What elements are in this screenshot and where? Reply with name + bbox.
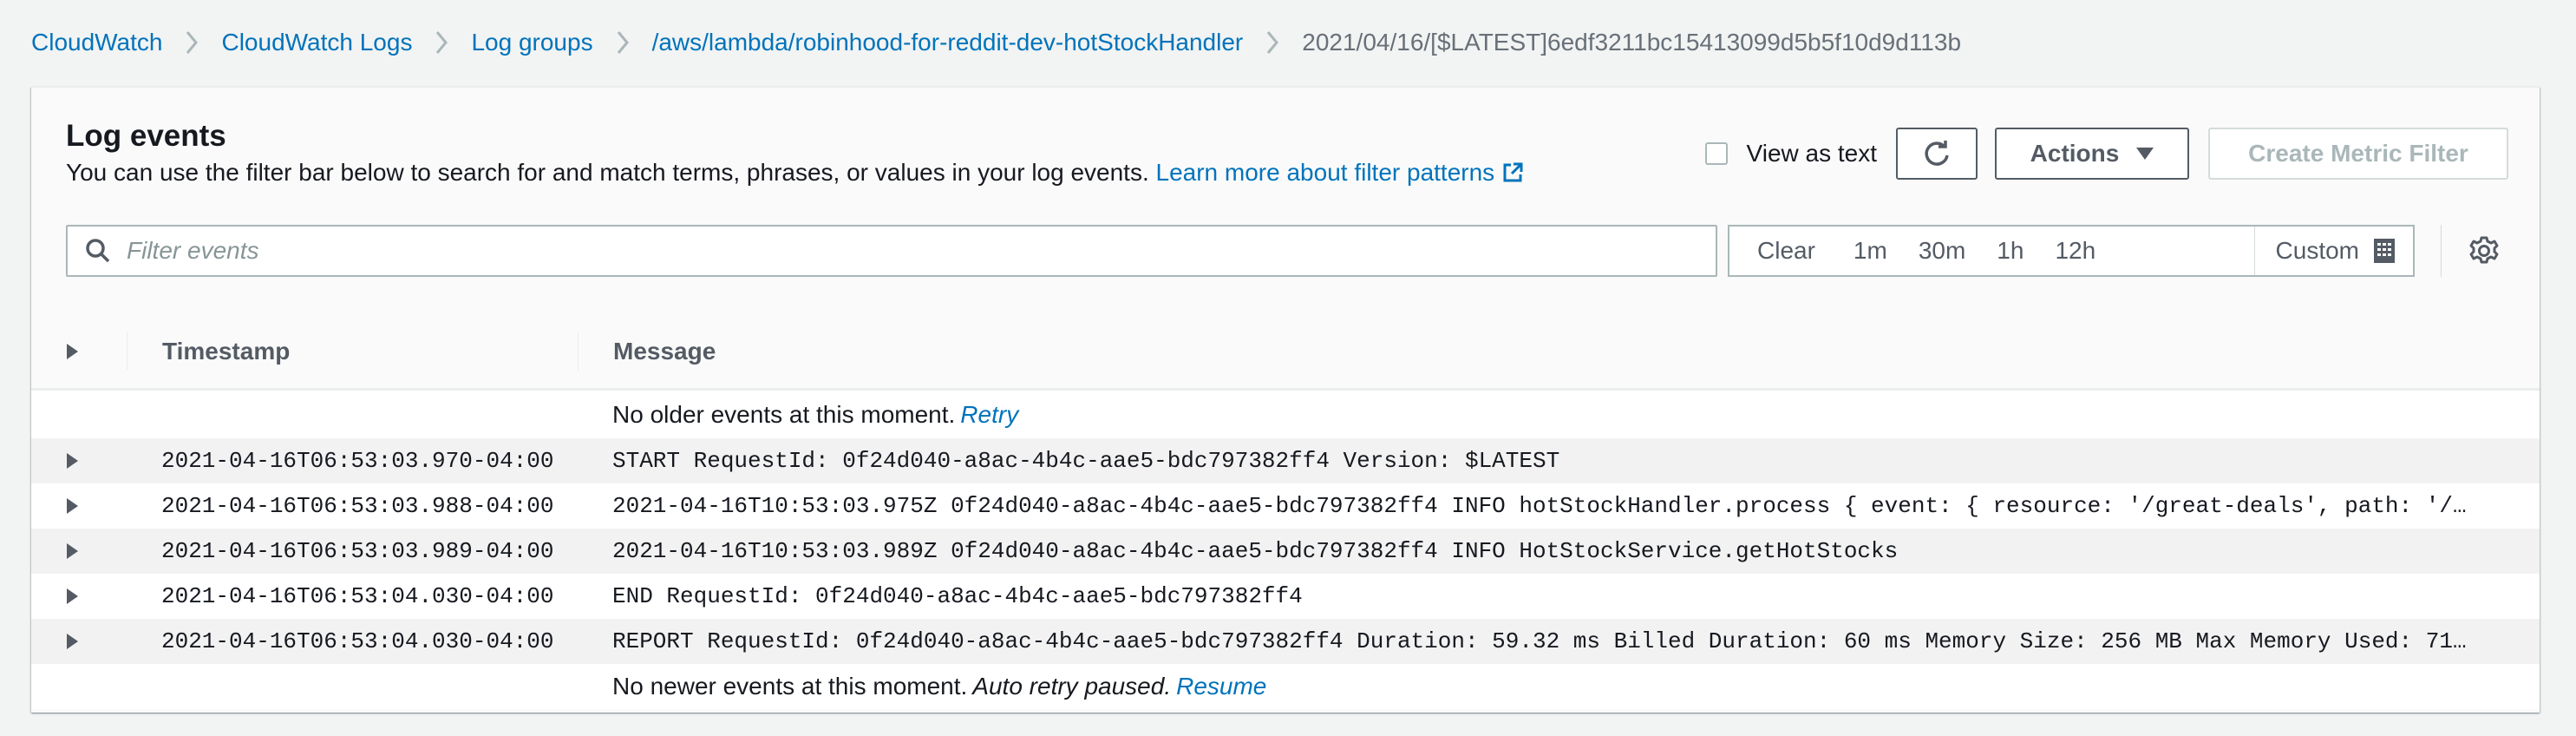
row-message: 2021-04-16T10:53:03.989Z 0f24d040-a8ac-4…	[612, 538, 1899, 564]
log-events-table: Timestamp Message No older events at thi…	[31, 315, 2540, 709]
description-text: You can use the filter bar below to sear…	[66, 159, 1149, 186]
view-as-text-checkbox[interactable]	[1704, 142, 1728, 165]
no-newer-events-row: No newer events at this moment. Auto ret…	[31, 664, 2540, 709]
row-expand-toggle[interactable]	[24, 453, 120, 469]
row-expand-toggle[interactable]	[24, 498, 120, 514]
create-metric-filter-button[interactable]: Create Metric Filter	[2208, 128, 2508, 180]
time-range-custom[interactable]: Custom	[2253, 227, 2413, 275]
chevron-right-icon	[185, 30, 199, 56]
time-range-30m[interactable]: 30m	[1903, 227, 1981, 275]
panel-title: Log events	[66, 119, 226, 153]
chevron-right-icon	[1265, 30, 1279, 56]
breadcrumb: CloudWatch CloudWatch Logs Log groups /a…	[31, 23, 1961, 62]
filter-events-field[interactable]	[66, 225, 1717, 277]
learn-more-link[interactable]: Learn more about filter patterns	[1156, 159, 1525, 186]
caret-right-icon	[66, 634, 78, 649]
column-header-message[interactable]: Message	[578, 332, 716, 371]
row-timestamp: 2021-04-16T06:53:03.989-04:00	[161, 538, 554, 564]
view-as-text-label[interactable]: View as text	[1747, 140, 1877, 168]
expand-all-toggle[interactable]	[24, 315, 120, 388]
caret-right-icon	[66, 453, 78, 469]
time-range-12h[interactable]: 12h	[2039, 227, 2111, 275]
time-range-1h[interactable]: 1h	[1981, 227, 2039, 275]
table-row[interactable]: 2021-04-16T06:53:04.030-04:00 REPORT Req…	[31, 619, 2540, 664]
log-events-panel: Log events You can use the filter bar be…	[31, 87, 2540, 713]
filter-events-input[interactable]	[125, 236, 1690, 266]
table-row[interactable]: 2021-04-16T06:53:03.988-04:00 2021-04-16…	[31, 483, 2540, 529]
caret-right-icon	[66, 344, 78, 359]
breadcrumb-cloudwatch-logs[interactable]: CloudWatch Logs	[221, 29, 412, 56]
chevron-right-icon	[435, 30, 448, 56]
time-range-clear[interactable]: Clear	[1729, 227, 1838, 275]
row-expand-toggle[interactable]	[24, 543, 120, 559]
no-older-events-text: No older events at this moment.	[612, 400, 956, 428]
breadcrumb-log-group[interactable]: /aws/lambda/robinhood-for-reddit-dev-hot…	[652, 29, 1244, 56]
row-message: END RequestId: 0f24d040-a8ac-4b4c-aae5-b…	[612, 583, 1303, 609]
row-expand-toggle[interactable]	[24, 588, 120, 604]
external-link-icon	[1503, 162, 1523, 182]
retry-link[interactable]: Retry	[960, 401, 1018, 429]
auto-retry-paused-text: Auto retry paused.	[972, 673, 1172, 700]
row-timestamp: 2021-04-16T06:53:04.030-04:00	[161, 628, 554, 654]
caret-right-icon	[66, 498, 78, 514]
caret-down-icon	[2136, 148, 2154, 160]
actions-dropdown-button[interactable]: Actions	[1995, 128, 2189, 180]
toolbar-divider	[2441, 225, 2442, 277]
no-newer-events-text: No newer events at this moment.	[612, 673, 968, 700]
time-range-selector: Clear 1m 30m 1h 12h Custom	[1728, 225, 2415, 277]
actions-label: Actions	[2030, 140, 2120, 167]
gear-icon[interactable]	[2468, 235, 2500, 266]
table-header: Timestamp Message	[31, 315, 2540, 391]
header-actions: View as text Actions Create Metric Filte…	[1704, 128, 2508, 180]
custom-label: Custom	[2275, 237, 2359, 264]
caret-right-icon	[66, 588, 78, 604]
table-row[interactable]: 2021-04-16T06:53:03.970-04:00 START Requ…	[31, 438, 2540, 483]
column-header-timestamp[interactable]: Timestamp	[127, 332, 578, 371]
row-message: REPORT RequestId: 0f24d040-a8ac-4b4c-aae…	[612, 628, 2477, 654]
breadcrumb-current-log-stream: 2021/04/16/[$LATEST]6edf3211bc15413099d5…	[1302, 29, 1962, 56]
row-timestamp: 2021-04-16T06:53:04.030-04:00	[161, 583, 554, 609]
row-message: START RequestId: 0f24d040-a8ac-4b4c-aae5…	[612, 448, 1560, 474]
resume-link[interactable]: Resume	[1176, 673, 1266, 700]
learn-more-label: Learn more about filter patterns	[1155, 159, 1495, 186]
table-body: No older events at this moment. Retry 20…	[31, 391, 2540, 709]
table-row[interactable]: 2021-04-16T06:53:04.030-04:00 END Reques…	[31, 574, 2540, 619]
row-timestamp: 2021-04-16T06:53:03.988-04:00	[161, 493, 554, 519]
row-message: 2021-04-16T10:53:03.975Z 0f24d040-a8ac-4…	[612, 493, 2477, 519]
row-timestamp: 2021-04-16T06:53:03.970-04:00	[161, 448, 554, 474]
caret-right-icon	[66, 543, 78, 559]
table-row[interactable]: 2021-04-16T06:53:03.989-04:00 2021-04-16…	[31, 529, 2540, 574]
calendar-icon	[2374, 239, 2395, 263]
no-older-events-row: No older events at this moment. Retry	[31, 391, 2540, 438]
log-rows: 2021-04-16T06:53:03.970-04:00 START Requ…	[31, 438, 2540, 664]
refresh-button[interactable]	[1896, 128, 1978, 180]
breadcrumb-cloudwatch[interactable]: CloudWatch	[31, 29, 162, 56]
chevron-right-icon	[616, 30, 630, 56]
row-expand-toggle[interactable]	[24, 634, 120, 649]
time-range-1m[interactable]: 1m	[1838, 227, 1903, 275]
panel-description: You can use the filter bar below to sear…	[66, 159, 1524, 187]
breadcrumb-log-groups[interactable]: Log groups	[471, 29, 592, 56]
search-icon	[86, 239, 110, 263]
refresh-icon	[1925, 141, 1949, 166]
